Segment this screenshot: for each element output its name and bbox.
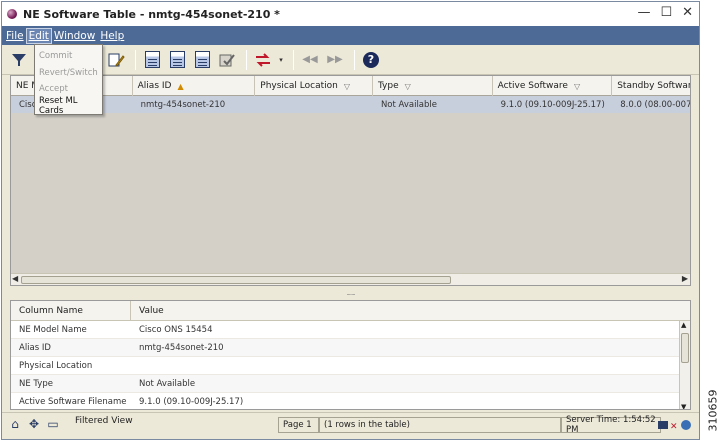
scroll-up-icon[interactable]: ▲ xyxy=(681,321,686,329)
cell-type: Not Available xyxy=(380,99,438,110)
details-row-value: nmtg-454sonet-210 xyxy=(139,342,224,353)
details-row-value: Cisco ONS 15454 xyxy=(139,324,213,335)
page-indicator: Page 1 xyxy=(278,417,319,433)
scroll-left-icon[interactable]: ◀ xyxy=(12,274,18,283)
maximize-button[interactable]: ☐ xyxy=(660,5,672,20)
edit-menu-dropdown: Commit Revert/Switch Accept Reset ML Car… xyxy=(34,44,103,116)
details-row-value xyxy=(131,357,680,374)
details-row-value: 9.1.0 (09.10-009J-25.17) xyxy=(139,396,244,407)
pane-splitter[interactable]: ······· xyxy=(10,290,691,299)
move-crosshair-icon[interactable]: ✥ xyxy=(27,417,41,431)
figure-id: 310659 xyxy=(706,389,720,431)
help-icon[interactable]: ? xyxy=(360,49,382,71)
column-header-physical-location[interactable]: Physical Location ▽ xyxy=(255,76,373,96)
menu-item-reset-ml-cards[interactable]: Reset ML Cards xyxy=(35,96,102,116)
toolbar-separator xyxy=(293,49,294,70)
filter-triangle-icon: ▽ xyxy=(573,81,581,91)
home-icon[interactable]: ⌂ xyxy=(8,417,22,431)
ne-software-table-window: NE Software Table - nmtg-454sonet-210 * … xyxy=(1,1,700,440)
details-row-name: Active Software Filename xyxy=(19,396,127,407)
details-row[interactable]: Active Software Filename 9.1.0 (09.10-00… xyxy=(11,393,690,409)
edit-pencil-icon[interactable] xyxy=(105,49,127,71)
connection-status-icon: ✕ xyxy=(657,417,695,433)
table-row[interactable]: Cisc nmtg-454sonet-210 Not Available 9.1… xyxy=(11,96,690,113)
details-row[interactable]: NE Model Name Cisco ONS 15454 xyxy=(11,321,690,339)
filter-triangle-icon: ▽ xyxy=(404,81,411,91)
cell-physical-location xyxy=(255,96,373,113)
menu-bar: File Edit Window Help xyxy=(2,26,699,45)
details-header-column-name: Column Name xyxy=(11,301,131,320)
vertical-scrollbar[interactable]: ▲ ▼ xyxy=(679,321,690,409)
column-header-standby-software[interactable]: Standby Software▽ xyxy=(612,76,690,96)
ne-software-table: NE M Alias ID ▲ Physical Location ▽ Type ▽ … xyxy=(10,75,691,286)
toolbar-separator xyxy=(246,49,247,70)
details-header-value: Value xyxy=(139,305,164,316)
details-row-name: NE Type xyxy=(19,378,53,389)
sort-ascending-icon: ▲ xyxy=(177,81,184,91)
rewind-icon[interactable]: ◀◀ xyxy=(299,49,321,71)
server-time: Server Time: 1:54:52 PM xyxy=(561,415,661,435)
details-row-value: Not Available xyxy=(139,378,196,389)
minimize-button[interactable]: — xyxy=(637,5,650,20)
toolbar-separator xyxy=(135,49,136,70)
details-table: Column Name Value NE Model Name Cisco ON… xyxy=(10,300,691,410)
menu-item-commit[interactable]: Commit xyxy=(35,48,102,65)
window-title: NE Software Table - nmtg-454sonet-210 * xyxy=(23,7,280,21)
dropdown-arrow-icon[interactable]: ▾ xyxy=(277,49,285,71)
filter-triangle-icon: ▽ xyxy=(343,81,350,91)
details-row-name: Alias ID xyxy=(19,342,51,353)
column-header-type[interactable]: Type ▽ xyxy=(373,76,493,96)
details-header: Column Name Value xyxy=(11,301,690,321)
svg-text:✕: ✕ xyxy=(670,422,678,432)
refresh-arrows-icon[interactable] xyxy=(252,49,274,71)
cell-standby-software: 8.0.0 (08.00-007A-2 xyxy=(620,99,690,110)
details-row-name: Physical Location xyxy=(19,360,93,371)
menu-file[interactable]: File xyxy=(4,29,26,43)
toolbar: ▾ ◀◀ ▶▶ ? xyxy=(2,45,699,75)
fast-forward-icon[interactable]: ▶▶ xyxy=(324,49,346,71)
row-count: (1 rows in the table) xyxy=(319,417,561,433)
cell-alias-id: nmtg-454sonet-210 xyxy=(140,99,226,110)
details-row[interactable]: NE Type Not Available xyxy=(11,375,690,393)
table-header: NE M Alias ID ▲ Physical Location ▽ Type ▽ … xyxy=(11,76,690,96)
menu-help[interactable]: Help xyxy=(98,29,126,43)
menu-item-revert-switch[interactable]: Revert/Switch xyxy=(35,65,102,82)
details-row[interactable]: Physical Location xyxy=(11,357,690,375)
close-button[interactable]: ✕ xyxy=(682,5,693,20)
doc-icon[interactable] xyxy=(166,49,188,71)
status-bar: ⌂ ✥ ▭ Filtered View Page 1 (1 rows in th… xyxy=(2,412,699,439)
app-icon xyxy=(7,9,17,19)
scroll-thumb[interactable] xyxy=(21,276,451,284)
scroll-down-icon[interactable]: ▼ xyxy=(681,403,686,409)
details-row-name: NE Model Name xyxy=(19,324,87,335)
toolbar-separator xyxy=(354,49,355,70)
scroll-thumb[interactable] xyxy=(681,333,689,363)
menu-edit[interactable]: Edit xyxy=(25,27,52,44)
cell-active-software: 9.1.0 (09.10-009J-25.17) xyxy=(500,99,605,110)
column-header-alias-id[interactable]: Alias ID ▲ xyxy=(133,76,256,96)
column-header-active-software[interactable]: Active Software ▽ xyxy=(493,76,613,96)
menu-window[interactable]: Window xyxy=(52,29,97,43)
details-row[interactable]: Alias ID nmtg-454sonet-210 xyxy=(11,339,690,357)
splitter-grip-icon: ······· xyxy=(346,290,356,299)
filtered-view-label: Filtered View xyxy=(75,416,133,426)
doc-icon[interactable] xyxy=(141,49,163,71)
title-bar: NE Software Table - nmtg-454sonet-210 * … xyxy=(2,2,699,26)
filter-icon[interactable] xyxy=(8,49,30,71)
keyboard-icon[interactable]: ▭ xyxy=(46,417,60,431)
scroll-right-icon[interactable]: ▶ xyxy=(682,274,688,283)
checkmark-doc-icon[interactable] xyxy=(216,49,238,71)
horizontal-scrollbar[interactable]: ◀ ▶ xyxy=(11,273,690,285)
doc-icon[interactable] xyxy=(191,49,213,71)
